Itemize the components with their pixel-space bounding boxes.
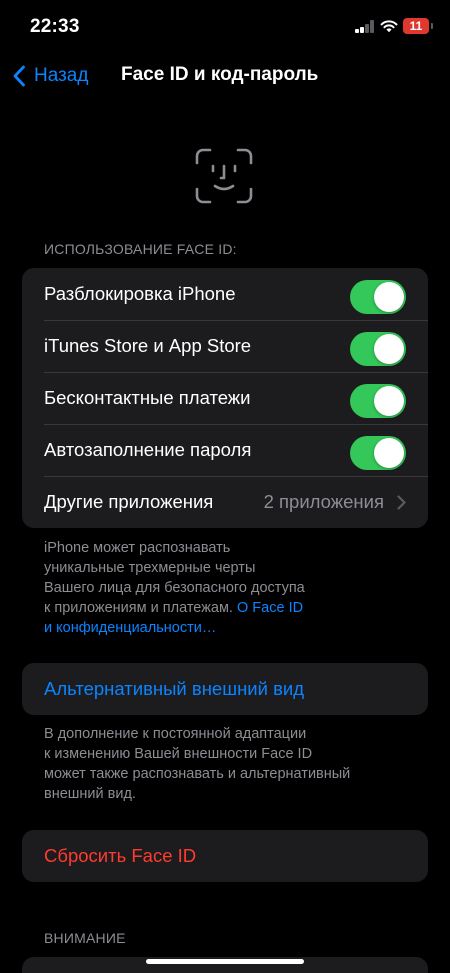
row-label: iTunes Store и App Store [44, 335, 252, 356]
reset-face-id-group: Сбросить Face ID [22, 830, 428, 882]
privacy-link[interactable]: O Face ID [237, 600, 303, 616]
battery-icon: 11 [403, 18, 429, 34]
alternate-appearance-button[interactable]: Альтернативный внешний вид [22, 663, 428, 715]
battery-tip [431, 23, 433, 29]
status-bar: 22:33 11 [0, 0, 450, 54]
row-password-autofill: Автозаполнение пароля [22, 424, 428, 476]
face-id-usage-footer: iPhone может распознавать уникальные тре… [44, 538, 414, 638]
footer-line: уникальные трехмерные черты [44, 560, 256, 576]
privacy-link-continued[interactable]: и конфиденциальности… [44, 620, 216, 636]
contactless-payments-toggle[interactable] [350, 384, 406, 418]
row-label: Бесконтактные платежи [44, 387, 251, 408]
footer-line: внешний вид. [44, 786, 136, 802]
itunes-app-store-toggle[interactable] [350, 332, 406, 366]
row-label: Другие приложения [44, 491, 214, 512]
iphone-unlock-toggle[interactable] [350, 280, 406, 314]
other-apps-row[interactable]: Другие приложения 2 приложения [22, 476, 428, 528]
other-apps-count: 2 приложения [263, 491, 384, 512]
row-iphone-unlock: Разблокировка iPhone [22, 268, 428, 320]
wifi-icon [380, 20, 398, 33]
footer-line: к изменению Вашей внешности Face ID [44, 746, 313, 762]
footer-line-text: к приложениям и платежам. [44, 600, 237, 616]
screen: 22:33 11 Назад Face ID и код-пароль ИСПО… [0, 0, 450, 973]
row-contactless-payments: Бесконтактные платежи [22, 372, 428, 424]
row-label: Автозаполнение пароля [44, 439, 252, 460]
alternate-appearance-footer: В дополнение к постоянной адаптации к из… [44, 724, 414, 804]
chevron-right-icon [397, 495, 406, 510]
page-title: Face ID и код-пароль [121, 64, 319, 85]
face-id-usage-group: Разблокировка iPhone iTunes Store и App … [22, 268, 428, 528]
footer-line: и конфиденциальности… [44, 618, 414, 638]
footer-line: iPhone может распознавать [44, 540, 231, 556]
status-time: 22:33 [30, 16, 80, 37]
home-indicator[interactable] [146, 959, 304, 964]
footer-line: может также распознавать и альтернативны… [44, 766, 351, 782]
back-button[interactable]: Назад [12, 60, 88, 92]
battery-level: 11 [409, 19, 423, 33]
toggle-knob [374, 438, 404, 468]
attention-header: ВНИМАНИЕ [44, 930, 126, 946]
footer-line: В дополнение к постоянной адаптации [44, 726, 307, 742]
toggle-knob [374, 334, 404, 364]
alternate-appearance-group: Альтернативный внешний вид [22, 663, 428, 715]
reset-face-id-button[interactable]: Сбросить Face ID [22, 830, 428, 882]
face-id-usage-header: ИСПОЛЬЗОВАНИЕ FACE ID: [44, 241, 237, 257]
cellular-signal-icon [355, 20, 375, 33]
toggle-knob [374, 386, 404, 416]
face-id-icon [195, 148, 253, 204]
footer-line: Вашего лица для безопасного доступа [44, 580, 305, 596]
back-label: Назад [34, 65, 89, 86]
password-autofill-toggle[interactable] [350, 436, 406, 470]
footer-line: к приложениям и платежам. O Face ID [44, 598, 414, 618]
chevron-left-icon [13, 65, 25, 87]
row-label: Разблокировка iPhone [44, 283, 236, 304]
row-itunes-app-store: iTunes Store и App Store [22, 320, 428, 372]
toggle-knob [374, 282, 404, 312]
